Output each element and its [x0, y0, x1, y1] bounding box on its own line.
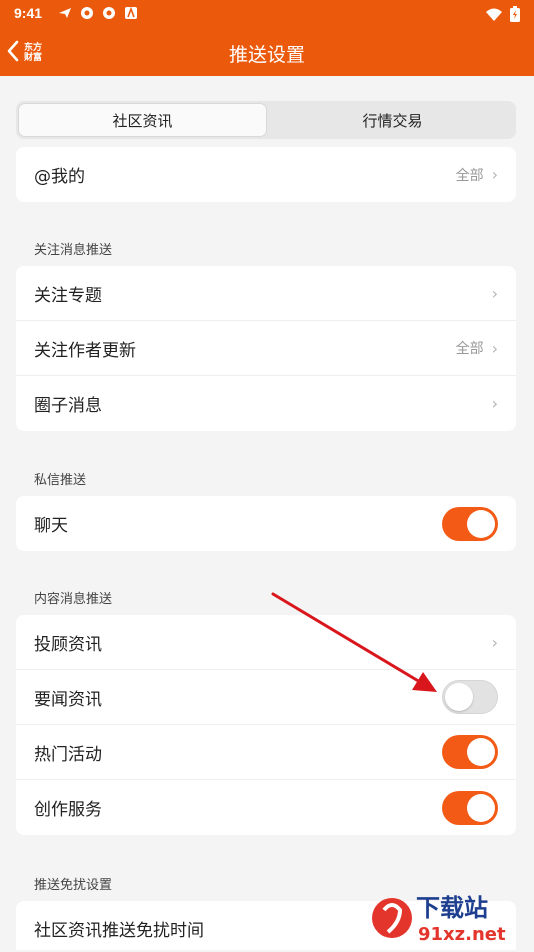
annotation-arrow-icon	[271, 592, 437, 692]
watermark-text-top: 下载站	[416, 894, 488, 922]
watermark-text-bottom: 91xz.net	[418, 924, 506, 945]
watermark-logo: 下载站 91xz.net	[370, 888, 530, 948]
